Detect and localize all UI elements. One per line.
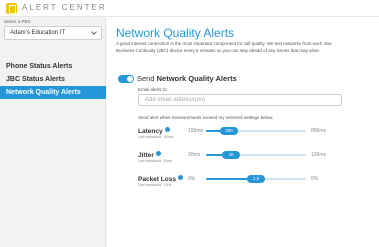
- main-content: Network Quality Alerts A good internet c…: [106, 17, 379, 247]
- packet-loss-last-measured: Last measured: 1.5%: [138, 183, 172, 187]
- jitter-min: 20ms: [188, 152, 201, 158]
- jive-logo-icon: [6, 3, 17, 14]
- threshold-instructions: Send alert when measurements exceed my s…: [138, 115, 274, 120]
- latency-max: 800ms: [311, 128, 327, 134]
- sidebar-item-phone-status-alerts[interactable]: Phone Status Alerts: [0, 60, 106, 73]
- jitter-slider-handle[interactable]: 40: [222, 151, 240, 159]
- sidebar: Select a PBX Adam's Education IT Phone S…: [0, 17, 106, 247]
- latency-min: 150ms: [188, 128, 204, 134]
- chevron-down-icon: [91, 29, 97, 35]
- info-icon[interactable]: [164, 127, 170, 132]
- send-alerts-heading: Send Network Quality Alerts: [137, 74, 237, 83]
- packet-loss-max: 5%: [311, 176, 319, 182]
- pbx-select-value: Adam's Education IT: [10, 30, 66, 36]
- top-bar: ALERT CENTER: [0, 0, 379, 17]
- sidebar-item-jbc-status-alerts[interactable]: JBC Status Alerts: [0, 73, 106, 86]
- packet-loss-slider-handle[interactable]: 2.5: [247, 175, 265, 183]
- info-icon[interactable]: [155, 151, 161, 156]
- packet-loss-min: 0%: [188, 176, 196, 182]
- latency-slider[interactable]: 300: [206, 127, 306, 135]
- latency-slider-handle[interactable]: 300: [220, 127, 238, 135]
- jitter-name: Jitter: [138, 152, 154, 159]
- send-alerts-toggle[interactable]: [118, 75, 134, 83]
- send-alerts-bold: Network Quality Alerts: [156, 74, 237, 83]
- app-title: ALERT CENTER: [22, 3, 107, 12]
- jitter-max: 100ms: [311, 152, 327, 158]
- packet-loss-slider[interactable]: 2.5: [206, 175, 306, 183]
- sidebar-item-network-quality-alerts[interactable]: Network Quality Alerts: [0, 86, 106, 99]
- packet-loss-name: Packet Loss: [138, 176, 176, 183]
- jitter-slider[interactable]: 40: [206, 151, 306, 159]
- pbx-select-label: Select a PBX: [4, 19, 31, 24]
- latency-last-measured: Last measured: 150ms: [138, 135, 174, 139]
- packet-loss-label: Packet Loss: [138, 175, 183, 183]
- email-alerts-label: Email alerts to:: [138, 87, 168, 92]
- pbx-select[interactable]: Adam's Education IT: [4, 26, 102, 40]
- send-alerts-prefix: Send: [137, 74, 157, 83]
- latency-name: Latency: [138, 128, 163, 135]
- jitter-last-measured: Last measured: 20ms: [138, 159, 172, 163]
- latency-label: Latency: [138, 127, 170, 135]
- jitter-label: Jitter: [138, 151, 161, 159]
- page-title: Network Quality Alerts: [116, 26, 235, 40]
- page-description: A good internet connection is the most i…: [116, 41, 332, 53]
- email-alerts-input[interactable]: [138, 94, 342, 106]
- info-icon[interactable]: [177, 175, 183, 180]
